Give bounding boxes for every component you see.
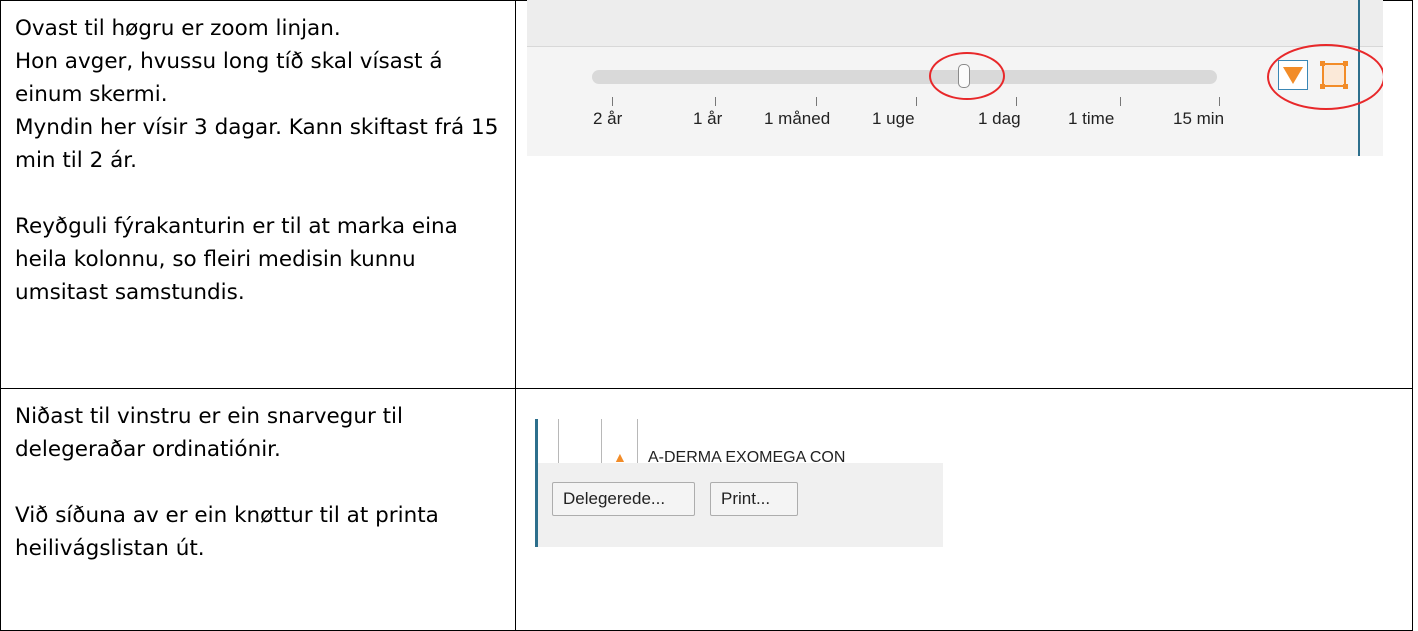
column-divider [558,419,559,463]
zoom-tick-label: 1 måned [764,109,831,128]
zoom-tick-label: 1 time [1068,109,1115,128]
zoom-tick-label: 1 dag [978,109,1021,128]
table-row: Niðast til vinstru er ein snarvegur til … [0,388,1413,631]
zoom-tick [916,97,917,106]
zoom-tick-label: 1 uge [872,109,915,128]
zoom-slider-track[interactable] [592,70,1217,84]
paragraph-zoom-line-1: Ovast til høgru er zoom linjan. [15,16,341,41]
delegerede-button[interactable]: Delegerede... [552,482,695,516]
zoom-tick [715,97,716,106]
toolbar-strip [527,0,1383,47]
drug-name: A-DERMA EXOMEGA CON [648,449,846,466]
text-cell-zoom: Ovast til høgru er zoom linjan. Hon avge… [0,0,516,389]
paragraph-print: Við síðuna av er ein knøttur til at prin… [15,503,439,561]
image-cell-delegerede: ▲ A-DERMA EXOMEGA CON Delegerede... Prin… [515,388,1413,631]
paragraph-zoom-line-3: Myndin her vísir 3 dagar. Kann skiftast … [15,115,499,173]
zoom-screenshot: 2 år 1 år 1 måned 1 uge 1 dag 1 time 15 … [527,0,1383,156]
slider-highlight-circle [929,52,1005,100]
warning-triangle-icon: ▲ [613,449,627,465]
list-item[interactable]: ▲ A-DERMA EXOMEGA CON [538,419,943,466]
table-row: Ovast til høgru er zoom linjan. Hon avge… [0,0,1413,389]
text-cell-delegerede: Niðast til vinstru er ein snarvegur til … [0,388,516,631]
zoom-tick [612,97,613,106]
paragraph-zoom-line-2: Hon avger, hvussu long tíð skal vísast á… [15,49,443,107]
paragraph-delegerede: Niðast til vinstru er ein snarvegur til … [15,404,403,462]
zoom-tick-label: 2 år [593,109,623,128]
zoom-tick [1016,97,1017,106]
image-cell-zoom: 2 år 1 år 1 måned 1 uge 1 dag 1 time 15 … [515,0,1413,389]
zoom-tick [816,97,817,106]
document-table: Ovast til høgru er zoom linjan. Hon avge… [0,0,1413,631]
print-button[interactable]: Print... [710,482,798,516]
zoom-tick [1219,97,1220,106]
buttons-highlight-circle [1267,44,1383,110]
column-divider [637,419,638,463]
column-divider [601,419,602,463]
delegerede-screenshot: ▲ A-DERMA EXOMEGA CON Delegerede... Prin… [535,419,943,547]
zoom-tick-label: 15 min [1173,109,1225,128]
zoom-tick [1120,97,1121,106]
zoom-tick-label: 1 år [693,109,723,128]
paragraph-column-selection: Reyðguli fýrakanturin er til at marka ei… [15,214,458,305]
